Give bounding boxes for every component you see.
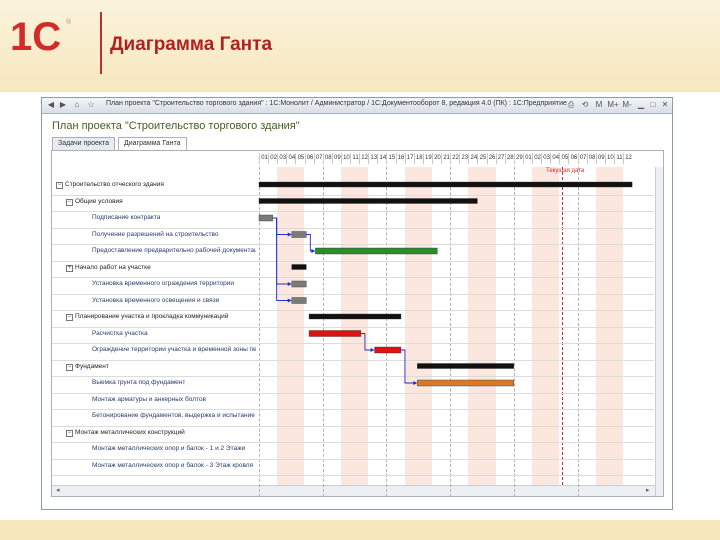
dependency-link [306, 234, 315, 252]
task-bar-green [315, 247, 438, 255]
back-icon[interactable]: ◀ [46, 100, 56, 110]
task-bar-red [374, 346, 402, 354]
favorite-icon[interactable]: ☆ [86, 100, 96, 110]
gantt-bars [258, 181, 633, 387]
dependency-link [272, 217, 291, 235]
dependency-link [272, 217, 291, 301]
dependency-arrow [370, 348, 375, 352]
header-divider [100, 12, 102, 74]
forward-icon[interactable]: ▶ [58, 100, 68, 110]
tab-project-tasks[interactable]: Задачи проекта [52, 137, 116, 150]
1c-logo: 1С ® [10, 15, 72, 59]
task-bar-normal [291, 297, 307, 304]
horizontal-scrollbar[interactable]: ◂ ▸ [52, 485, 655, 496]
dependency-arrow [287, 282, 292, 286]
history-icon[interactable]: ⟲ [580, 100, 590, 110]
minimize-icon[interactable]: ▁ [636, 100, 646, 110]
task-bar-summary [417, 363, 514, 369]
scroll-right-icon[interactable]: ▸ [646, 486, 650, 494]
dependency-arrow [311, 249, 316, 253]
slide-footer [0, 520, 720, 540]
m-plus-button[interactable]: M+ [606, 100, 620, 110]
close-icon[interactable]: ✕ [660, 100, 670, 110]
tab-gantt-chart[interactable]: Диаграмма Ганта [118, 137, 187, 150]
home-icon[interactable]: ⌂ [72, 100, 82, 110]
slide-header: 1С ® Диаграмма Ганта [0, 0, 720, 92]
window-titlebar: ◀ ▶ ⌂ ☆ План проекта "Строительство торг… [42, 98, 672, 114]
maximize-icon[interactable]: □ [648, 100, 658, 110]
dependency-arrow [287, 298, 292, 303]
dependency-link [272, 217, 291, 285]
dependency-arrow [287, 232, 292, 237]
scroll-left-icon[interactable]: ◂ [56, 486, 60, 494]
dependency-link [400, 349, 417, 384]
dependency-link [360, 333, 374, 351]
vertical-scrollbar[interactable] [655, 167, 663, 496]
form-title: План проекта "Строительство торгового зд… [52, 120, 300, 132]
task-bar-summary [258, 198, 478, 204]
task-bar-normal [258, 214, 273, 222]
dependency-arrow [413, 381, 418, 385]
window-title: План проекта "Строительство торгового зд… [106, 100, 567, 107]
print-icon[interactable]: ⎙ [566, 100, 576, 110]
gantt-chart[interactable]: Текущая дата ◂ ▸ 01 02 03 04 05 06 07 08 09 10 11 1… [51, 150, 664, 497]
svg-text:®: ® [66, 18, 72, 26]
m-button[interactable]: M [594, 100, 604, 110]
task-bar-summary [308, 313, 402, 320]
task-bar-summary [258, 181, 633, 188]
slide-title: Диаграмма Ганта [110, 34, 273, 55]
task-bar-normal [291, 231, 307, 238]
logo-text: 1С [10, 15, 61, 59]
task-bar-normal [291, 280, 307, 288]
task-bar-summary [291, 264, 307, 270]
task-bar-red [308, 330, 362, 337]
app-window: ◀ ▶ ⌂ ☆ План проекта "Строительство торг… [41, 97, 673, 510]
task-bar-orange [417, 379, 514, 387]
m-minus-button[interactable]: M- [620, 100, 634, 110]
